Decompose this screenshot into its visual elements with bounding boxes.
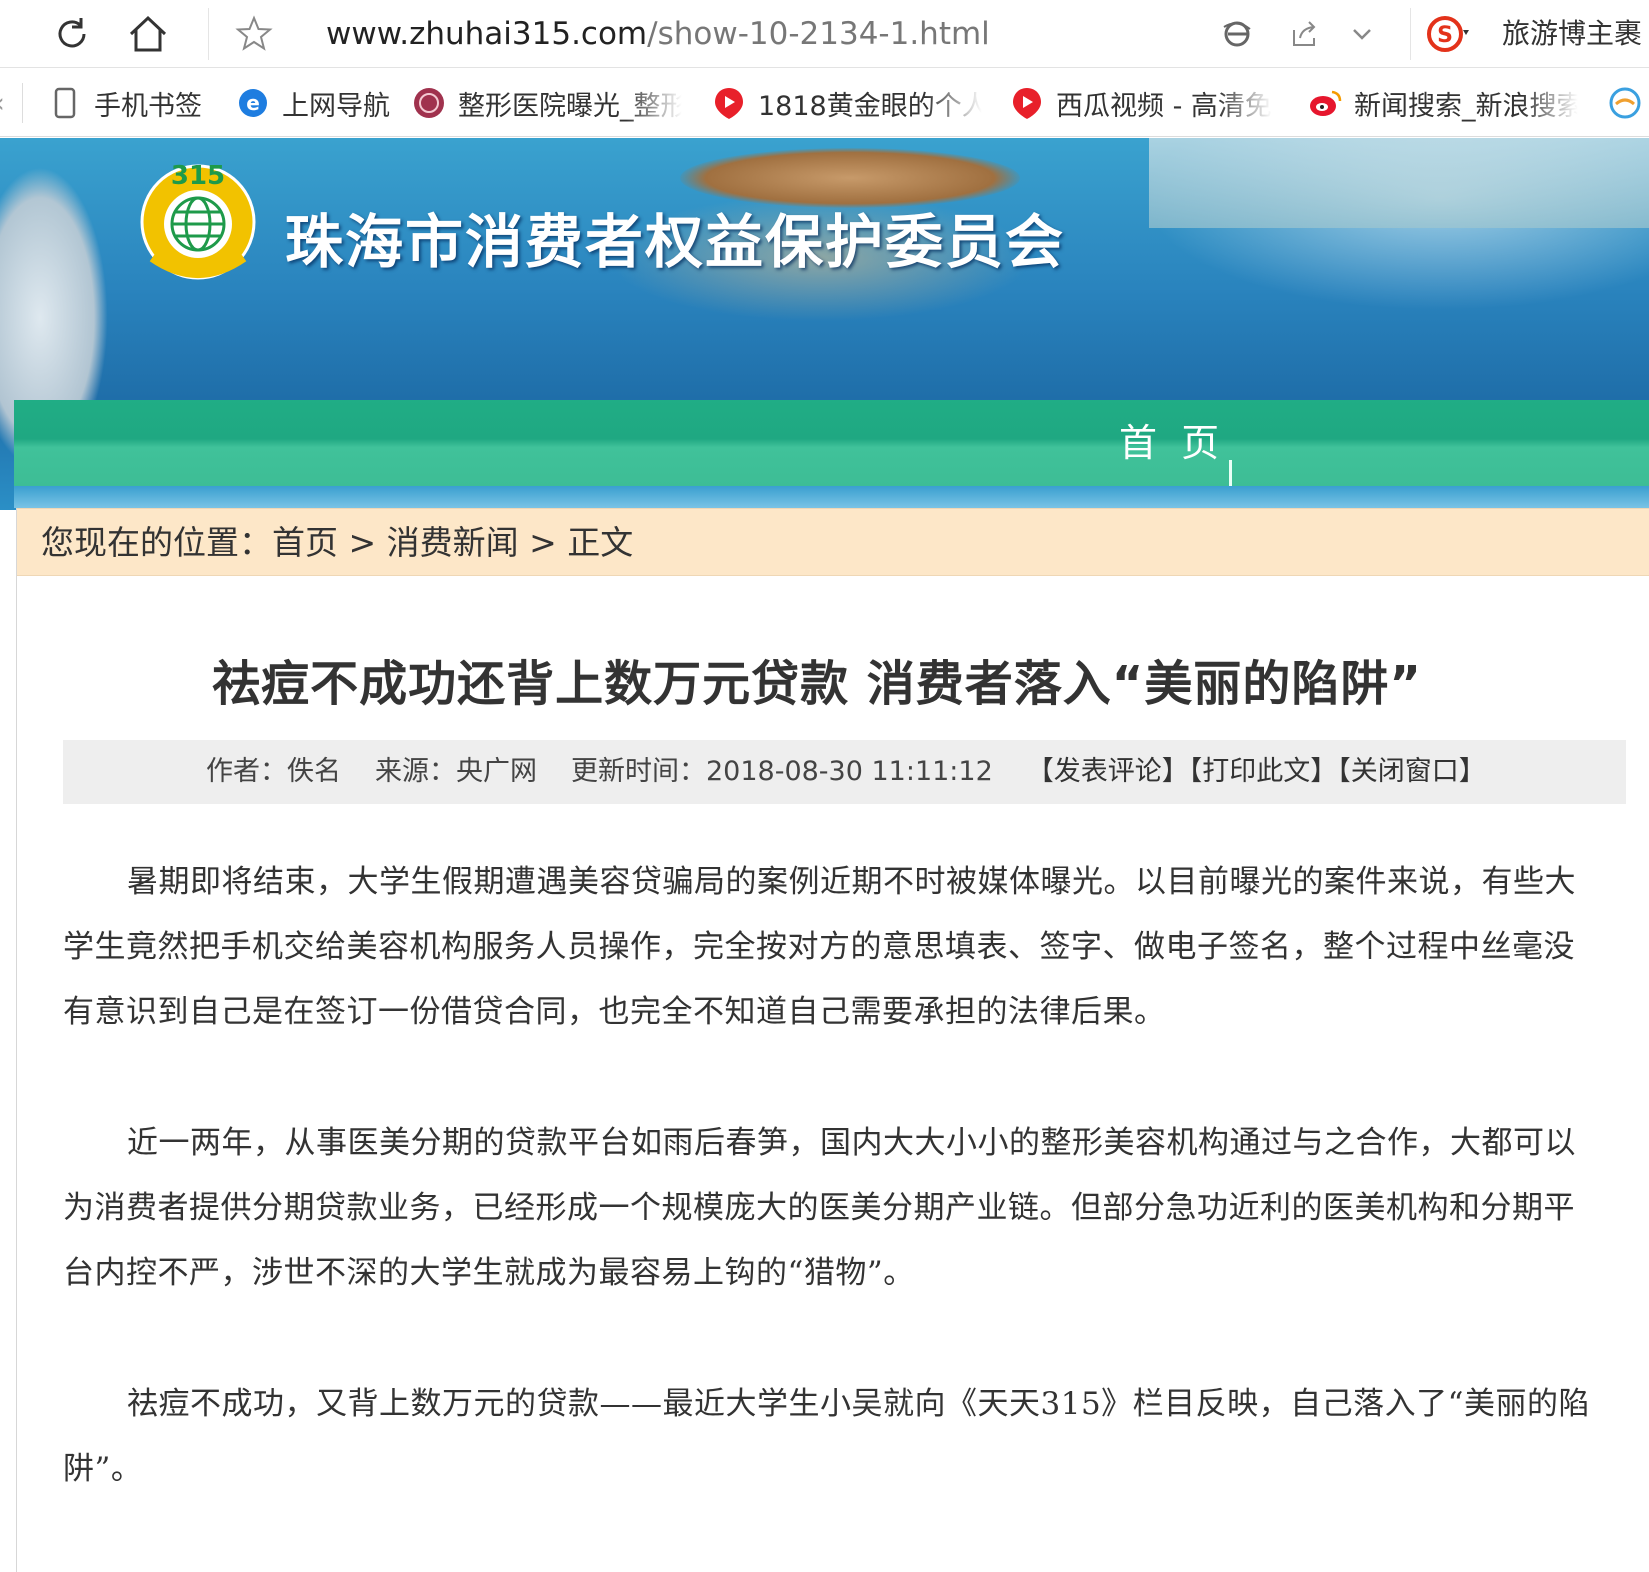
breadcrumb-category-link[interactable]: 消费新闻 bbox=[387, 523, 519, 562]
breadcrumb-home-link[interactable]: 首页 bbox=[272, 523, 338, 562]
main-nav: 首 页 bbox=[14, 400, 1649, 490]
breadcrumb-current: 正文 bbox=[567, 523, 634, 562]
article-title: 祛痘不成功还背上数万元贷款 消费者落入“美丽的陷阱” bbox=[212, 656, 1422, 712]
article-panel: 您现在的位置：首页 > 消费新闻 > 正文 祛痘不成功还背上数万元贷款 消费者落… bbox=[16, 508, 1649, 1572]
breadcrumb-separator: > bbox=[338, 523, 387, 562]
weibo-icon bbox=[1308, 86, 1342, 120]
article-paragraph: 暑期即将结束，大学生假期遭遇美容贷骗局的案例近期不时被媒体曝光。以目前曝光的案件… bbox=[63, 864, 1576, 1030]
share-icon[interactable] bbox=[1282, 12, 1326, 56]
article-source: 来源：央广网 bbox=[375, 756, 537, 787]
print-article-link[interactable]: 【打印此文】 bbox=[1189, 756, 1338, 787]
bookmark-item[interactable]: 新闻搜索_新浪搜索 bbox=[1308, 81, 1578, 125]
bookmark-label: 1818黄金眼的个人 bbox=[758, 90, 982, 122]
chevron-down-icon[interactable] bbox=[1340, 12, 1384, 56]
article-paragraph: 近一两年，从事医美分期的贷款平台如雨后春笋，国内大大小小的整形美容机构通过与之合… bbox=[63, 1125, 1576, 1291]
bookmark-label: 新闻搜索_新浪搜索 bbox=[1354, 90, 1578, 122]
breadcrumb-prefix: 您现在的位置： bbox=[41, 523, 272, 562]
consumer-association-logo[interactable]: 315 bbox=[130, 150, 266, 286]
bookmark-item[interactable]: 手机书签 bbox=[48, 81, 218, 125]
bookmark-label: 上网导航 bbox=[282, 90, 390, 122]
favorite-star-icon[interactable] bbox=[230, 10, 278, 58]
toolbar-divider bbox=[208, 8, 209, 60]
url-field[interactable]: www.zhuhai315.com/show-10-2134-1.html bbox=[326, 12, 990, 56]
toolbar-divider bbox=[1410, 8, 1411, 60]
svg-text:315: 315 bbox=[171, 161, 225, 191]
banner-shore bbox=[1149, 138, 1649, 228]
bookmarks-bar: ‹ 手机书签 e 上网导航 整形医院曝光_整形 1818黄金眼的个人 西瓜视频 … bbox=[0, 69, 1649, 137]
ie-icon: e bbox=[236, 86, 270, 120]
url-domain: www.zhuhai315.com bbox=[326, 16, 648, 52]
video-play-icon bbox=[1010, 86, 1044, 120]
video-play-icon bbox=[712, 86, 746, 120]
browser-address-bar: www.zhuhai315.com/show-10-2134-1.html S … bbox=[0, 0, 1649, 68]
article-paragraph: 祛痘不成功，又背上数万元的贷款——最近大学生小吴就向《天天315》栏目反映，自己… bbox=[63, 1386, 1591, 1487]
bookmark-label: 西瓜视频 - 高清免 bbox=[1056, 90, 1272, 122]
breadcrumb-separator: > bbox=[518, 523, 568, 562]
search-engine-icon[interactable]: S bbox=[1425, 12, 1469, 56]
article-author: 作者：佚名 bbox=[206, 756, 341, 787]
bookmark-label: 整形医院曝光_整形 bbox=[458, 90, 682, 122]
phone-icon bbox=[48, 86, 82, 120]
nav-item-home[interactable]: 首 页 bbox=[1119, 412, 1225, 467]
svg-text:e: e bbox=[246, 91, 260, 115]
breadcrumb: 您现在的位置：首页 > 消费新闻 > 正文 bbox=[17, 508, 1649, 576]
reload-icon[interactable] bbox=[48, 10, 96, 58]
search-engine-label[interactable]: 旅游博主裹 bbox=[1502, 14, 1649, 54]
url-path: /show-10-2134-1.html bbox=[647, 16, 990, 52]
bookmark-item[interactable]: 整形医院曝光_整形 bbox=[412, 81, 682, 125]
bookmark-item[interactable]: e 上网导航 bbox=[236, 81, 396, 125]
hospital-icon bbox=[412, 86, 446, 120]
bookmark-divider bbox=[22, 83, 23, 123]
article-updated: 更新时间：2018-08-30 11:11:12 bbox=[571, 756, 993, 787]
close-window-link[interactable]: 【关闭窗口】 bbox=[1337, 756, 1486, 787]
bookmark-overflow[interactable]: ‹ bbox=[0, 81, 8, 125]
bookmark-item[interactable]: 1818黄金眼的个人 bbox=[712, 81, 982, 125]
bookmark-label: 手机书签 bbox=[94, 90, 202, 122]
post-comment-link[interactable]: 【发表评论】 bbox=[1027, 756, 1189, 787]
bookmark-more-icon[interactable] bbox=[1608, 81, 1649, 125]
home-icon[interactable] bbox=[124, 10, 172, 58]
article-meta: 作者：佚名 来源：央广网 更新时间：2018-08-30 11:11:12 【发表评论… bbox=[63, 740, 1626, 804]
bookmark-item[interactable]: 西瓜视频 - 高清免 bbox=[1010, 81, 1280, 125]
svg-text:S: S bbox=[1437, 23, 1453, 48]
ie-compat-icon[interactable] bbox=[1215, 12, 1259, 56]
site-title: 珠海市消费者权益保护委员会 bbox=[285, 208, 1066, 276]
banner-strip bbox=[14, 486, 1649, 508]
